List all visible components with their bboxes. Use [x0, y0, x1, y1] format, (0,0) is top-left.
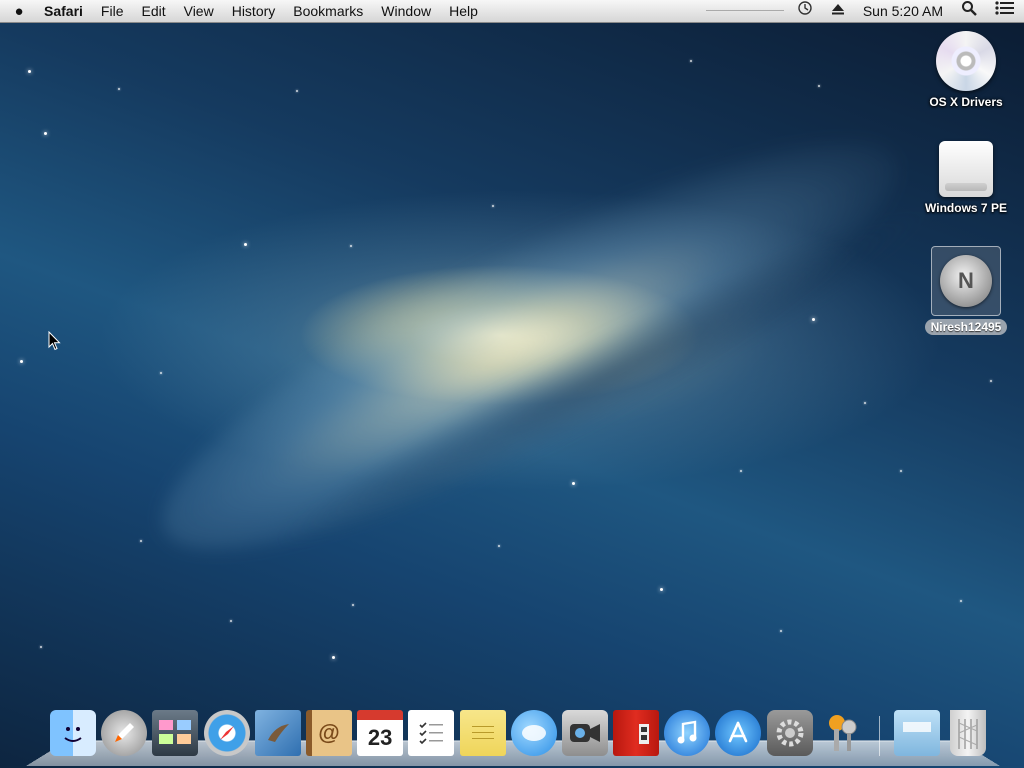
photo-booth-icon[interactable] — [613, 710, 660, 756]
menu-history[interactable]: History — [223, 0, 285, 22]
safari-icon[interactable] — [203, 710, 250, 756]
menu-help[interactable]: Help — [440, 0, 487, 22]
volume-disc-icon: N — [940, 255, 992, 307]
hard-drive-icon — [939, 141, 993, 197]
facetime-icon[interactable] — [561, 710, 608, 756]
cd-disc-icon — [936, 31, 996, 91]
calendar-date: 23 — [367, 725, 393, 750]
eject-icon[interactable] — [822, 0, 854, 22]
menu-view[interactable]: View — [175, 0, 223, 22]
documents-folder-icon[interactable] — [894, 710, 940, 756]
desktop-icon-label: Windows 7 PE — [925, 201, 1007, 215]
menu-window[interactable]: Window — [372, 0, 440, 22]
itunes-icon[interactable] — [664, 710, 711, 756]
menu-bookmarks[interactable]: Bookmarks — [284, 0, 372, 22]
desktop-icon-label: Niresh12495 — [924, 319, 1008, 335]
messages-icon[interactable] — [510, 710, 557, 756]
app-store-icon[interactable] — [715, 710, 762, 756]
menu-file[interactable]: File — [92, 0, 133, 22]
system-preferences-icon[interactable] — [766, 710, 813, 756]
desktop-icon-niresh12495[interactable]: N Niresh12495 — [911, 246, 1021, 336]
menubar-divider — [706, 10, 784, 11]
app-menu-safari[interactable]: Safari — [38, 0, 92, 22]
keychain-access-icon[interactable] — [818, 710, 864, 756]
desktop-icon-windows-7-pe[interactable]: Windows 7 PE — [911, 141, 1021, 217]
notification-center-icon[interactable] — [986, 0, 1024, 22]
volume-selection-box: N — [931, 246, 1001, 316]
notes-icon[interactable] — [459, 710, 506, 756]
apple-menu[interactable]: ● — [0, 3, 38, 20]
dock-separator — [879, 716, 880, 756]
desktop-icon-os-x-drivers[interactable]: OS X Drivers — [911, 31, 1021, 111]
time-machine-icon[interactable] — [788, 0, 822, 22]
trash-icon[interactable] — [950, 710, 987, 756]
menu-clock[interactable]: Sun 5:20 AM — [854, 0, 952, 22]
calendar-icon[interactable]: 23 — [357, 710, 404, 756]
reminders-icon[interactable] — [408, 710, 455, 756]
dock: @ 23 — [50, 704, 991, 756]
menu-edit[interactable]: Edit — [132, 0, 174, 22]
apple-icon: ● — [14, 2, 24, 20]
contacts-icon[interactable]: @ — [305, 710, 352, 756]
mail-icon[interactable] — [254, 710, 301, 756]
wallpaper-galaxy — [121, 74, 939, 616]
finder-icon[interactable] — [50, 710, 96, 756]
spotlight-search-icon[interactable] — [952, 0, 986, 22]
launchpad-icon[interactable] — [101, 710, 148, 756]
mouse-pointer-icon — [48, 331, 61, 351]
mission-control-icon[interactable] — [152, 710, 199, 756]
desktop-icon-label: OS X Drivers — [929, 95, 1003, 109]
menu-bar: ● Safari File Edit View History Bookmark… — [0, 0, 1024, 23]
